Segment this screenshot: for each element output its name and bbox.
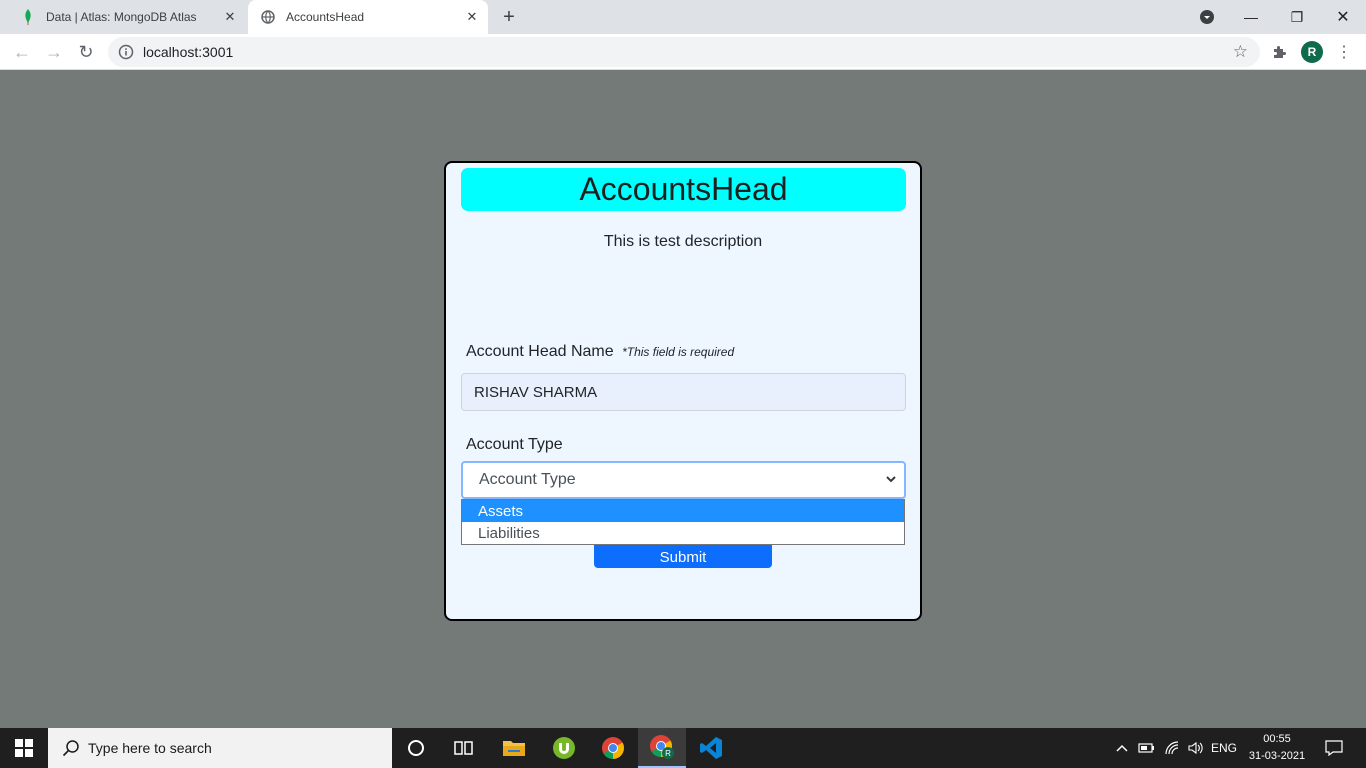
submit-button[interactable]: Submit	[594, 543, 772, 568]
browser-tab-strip: Data | Atlas: MongoDB Atlas ✕ AccountsHe…	[0, 0, 1366, 34]
chevron-down-icon	[884, 472, 898, 486]
wifi-icon[interactable]	[1162, 728, 1182, 768]
volume-icon[interactable]	[1186, 728, 1206, 768]
bookmark-star-icon[interactable]: ☆	[1233, 42, 1248, 62]
account-type-label: Account Type	[466, 436, 563, 453]
account-type-dropdown-list: Assets Liabilities	[461, 499, 905, 545]
windows-taskbar: Type here to search R ENG 00:55 31-03-20…	[0, 728, 1366, 768]
account-type-selected-value: Account Type	[479, 471, 576, 488]
tab-accountshead[interactable]: AccountsHead ✕	[248, 0, 488, 34]
restore-button[interactable]: ❐	[1274, 0, 1320, 34]
battery-icon[interactable]	[1136, 728, 1156, 768]
tab-title: AccountsHead	[286, 10, 365, 24]
account-head-name-label: Account Head Name *This field is require…	[466, 343, 734, 361]
language-indicator[interactable]: ENG	[1208, 728, 1240, 768]
new-tab-button[interactable]: +	[498, 6, 520, 28]
show-hidden-icons-chevron-up-icon[interactable]	[1114, 728, 1130, 768]
minimize-button[interactable]: —	[1228, 0, 1274, 34]
clock-date: 31-03-2021	[1248, 750, 1306, 762]
windows-start-button[interactable]	[0, 728, 48, 768]
account-head-name-input[interactable]: RISHAV SHARMA	[461, 373, 906, 411]
vscode-icon[interactable]	[687, 728, 735, 768]
task-view-icon[interactable]	[440, 728, 488, 768]
back-button[interactable]: ←	[10, 40, 34, 64]
profile-avatar[interactable]: R	[1301, 41, 1323, 63]
account-type-select[interactable]: Account Type	[461, 461, 906, 499]
browser-menu-icon[interactable]: ⋮	[1332, 40, 1356, 64]
close-window-button[interactable]: ✕	[1320, 0, 1366, 34]
accounts-head-card: AccountsHead This is test description Ac…	[444, 161, 922, 621]
svg-text:R: R	[665, 749, 671, 758]
browser-toolbar: ← → ↻ localhost:3001 ☆ R ⋮	[0, 34, 1366, 70]
page-title: AccountsHead	[461, 168, 906, 211]
reload-button[interactable]: ↻	[74, 40, 98, 64]
utorrent-icon[interactable]	[540, 728, 588, 768]
close-tab-icon[interactable]: ✕	[462, 7, 482, 27]
search-icon	[62, 739, 80, 757]
mongodb-leaf-icon	[20, 9, 36, 25]
extensions-puzzle-icon[interactable]	[1268, 40, 1292, 64]
taskbar-search-box[interactable]: Type here to search	[48, 728, 392, 768]
required-note: *This field is required	[622, 345, 735, 359]
tab-search-icon[interactable]	[1195, 0, 1219, 34]
forward-button[interactable]: →	[42, 40, 66, 64]
url-text: localhost:3001	[143, 44, 234, 60]
close-tab-icon[interactable]: ✕	[220, 7, 240, 27]
search-placeholder: Type here to search	[88, 740, 212, 756]
page-description: This is test description	[603, 233, 763, 250]
option-assets[interactable]: Assets	[462, 500, 904, 522]
tab-mongodb-atlas[interactable]: Data | Atlas: MongoDB Atlas ✕	[8, 0, 246, 34]
site-info-icon[interactable]	[118, 44, 134, 60]
globe-icon	[260, 9, 276, 25]
clock-time: 00:55	[1263, 733, 1291, 745]
address-bar[interactable]: localhost:3001 ☆	[108, 37, 1260, 67]
chrome-icon[interactable]	[589, 728, 637, 768]
tab-title: Data | Atlas: MongoDB Atlas	[46, 10, 197, 24]
file-explorer-icon[interactable]	[490, 728, 538, 768]
cortana-icon[interactable]	[392, 728, 440, 768]
chrome-profile-icon[interactable]: R	[638, 728, 686, 768]
option-liabilities[interactable]: Liabilities	[462, 522, 904, 544]
notifications-icon[interactable]	[1320, 728, 1348, 768]
account-head-name-label-text: Account Head Name	[466, 343, 614, 360]
system-clock[interactable]: 00:55 31-03-2021	[1246, 731, 1308, 765]
